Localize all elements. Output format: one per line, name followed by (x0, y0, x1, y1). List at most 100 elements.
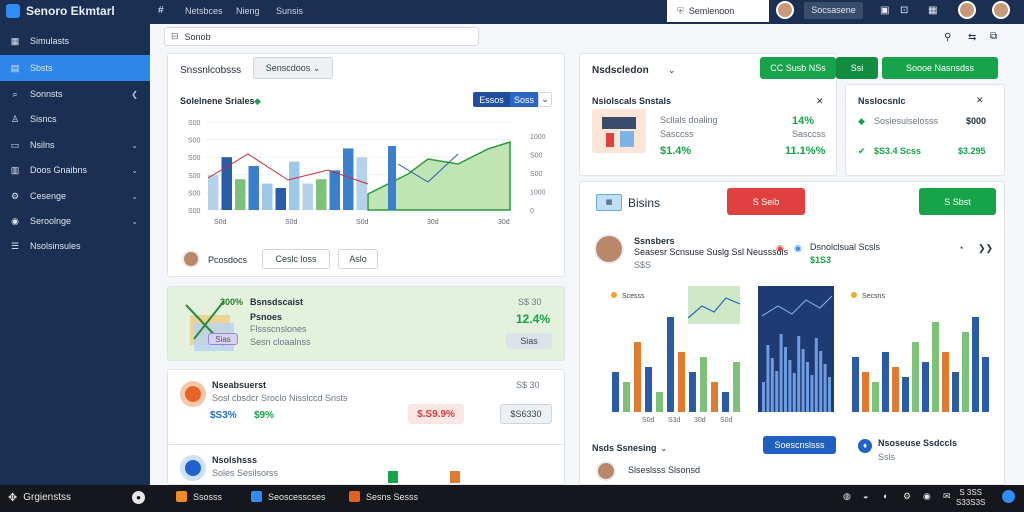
toggle-chevron-icon[interactable]: ⌄ (538, 92, 552, 107)
top-search[interactable]: ⛨ Semlenoon (667, 0, 769, 22)
chart-bar (262, 183, 273, 210)
promo-right-top: S$ 30 (518, 297, 542, 307)
sidebar: ▦ Simulasts ▤ Sbsts ⌕ Sonnsts ❮ ♙ Sisncs ▭ Nsi… (0, 24, 150, 485)
hash-icon[interactable]: # (158, 5, 164, 16)
avatar[interactable] (776, 1, 794, 19)
sidebar-item-cesenge[interactable]: ⚙ Cesenge ⌄ (0, 183, 150, 209)
footer-button-1[interactable]: Ceslc loss (262, 249, 330, 269)
globe-icon: ◉ (11, 215, 19, 226)
top-action-button[interactable]: Socsasene (804, 2, 863, 19)
sidebar-item-sbsts[interactable]: ▤ Sbsts (0, 55, 150, 81)
footer-button[interactable]: Soescnslsss (763, 436, 836, 454)
transactions-card: Nseabsuerst Sosl cbsdcr Sroclo Nisslccd … (167, 369, 565, 455)
search-icon: ⌕ (12, 88, 18, 99)
system-icon[interactable]: ● (132, 491, 145, 504)
expand-icon[interactable]: ⧉ (990, 31, 997, 42)
promo-sub-3: Sesn cloaalnss (250, 337, 311, 347)
x-tick-label: S0d (720, 417, 733, 424)
chart-bar (612, 372, 619, 412)
pin-icon[interactable]: ⚲ (944, 32, 951, 43)
wifi-icon[interactable]: ◒ (863, 491, 868, 501)
txn-v4-badge[interactable]: $S6330 (500, 404, 552, 424)
user-avatar-1[interactable] (958, 1, 976, 19)
chart-bar (733, 362, 740, 412)
x-tick-label: S3d (668, 417, 681, 424)
txn-v1: $S3% (210, 410, 237, 421)
sidebar-item-simulasts[interactable]: ▦ Simulasts (0, 28, 150, 54)
person-sub-value: S$S (634, 260, 652, 270)
folder-icon: ▭ (10, 139, 20, 150)
box-icon[interactable]: ⊡ (900, 5, 908, 16)
chart-bar (792, 373, 796, 412)
notif-button-2[interactable]: Ssi (836, 57, 878, 79)
footer-sub-2: Ssls (878, 452, 896, 462)
card-header: Snssnlcobsss (180, 65, 242, 76)
volume-icon[interactable]: ◐ (883, 491, 888, 501)
sidebar-item-seroolnge[interactable]: ◉ Seroolnge ⌄ (0, 208, 150, 234)
promo-sub-2: Flssscnslones (250, 324, 307, 334)
clock[interactable]: S 3SS S33S3S (956, 488, 985, 508)
y2-tick-label: S00 (530, 171, 543, 178)
grid-icon[interactable]: ▦ (928, 5, 937, 16)
nav-link-1[interactable]: Netsbces (185, 6, 223, 16)
chart-bar (814, 338, 818, 412)
sidebar-item-sonnsts[interactable]: ⌕ Sonnsts ❮ (0, 81, 150, 107)
sidebar-item-doos-gnaibns[interactable]: ▥ Doos Gnaibns ⌄ (0, 157, 150, 183)
red-action-button[interactable]: S Seib (727, 188, 805, 215)
chart-bar (711, 382, 718, 412)
app-brand[interactable]: Senoro Ekmtarl (6, 4, 115, 18)
promo-title: Bsnsdscaist (250, 297, 304, 307)
chart-bar (962, 332, 969, 412)
footer-button-2[interactable]: Aslo (338, 249, 378, 269)
summary-value-1: $000 (966, 116, 987, 126)
chart-bar (779, 334, 783, 412)
chart-bar (289, 161, 300, 210)
user-avatar-2[interactable] (992, 1, 1010, 19)
notification-icon[interactable] (1002, 490, 1015, 503)
taskbar-app-2[interactable]: Seoscesscses (251, 491, 326, 502)
close-icon[interactable]: ✕ (976, 95, 984, 106)
path-input[interactable]: ⊟ Sonob (164, 27, 479, 46)
sidebar-item-nsilns[interactable]: ▭ Nsilns ⌄ (0, 132, 150, 158)
user-icon: ♙ (10, 113, 20, 124)
settings-icon[interactable]: ◔ (958, 243, 963, 253)
notif-button-1[interactable]: CC Susb NSs (760, 57, 836, 79)
promo-badge: 300% (220, 297, 244, 307)
chart-bar (275, 188, 286, 210)
sidebar-item-nsolsinsules[interactable]: ☰ Nsolsinsules (0, 233, 150, 259)
mini-bar (450, 471, 460, 483)
app-icon: ▦ (596, 194, 622, 211)
period-dropdown[interactable]: Senscdoos ⌄ (253, 57, 333, 79)
taskbar-app-1[interactable]: Ssosss (176, 491, 222, 502)
settings-icon[interactable]: ⚙ (903, 491, 911, 502)
sidebar-item-sisncs[interactable]: ♙ Sisncs (0, 106, 150, 132)
toggle-essos[interactable]: Essos (473, 92, 510, 107)
nav-link-2[interactable]: Nieng (236, 6, 260, 16)
green-action-button[interactable]: S Sbst (919, 188, 996, 215)
start-button[interactable]: ✥ Grgienstss (8, 491, 71, 504)
more-icon[interactable]: ❯❯ (978, 243, 993, 254)
chart-bar (797, 336, 801, 412)
chevron-down-icon: ⌄ (131, 165, 138, 175)
chevron-down-icon: ⌄ (131, 216, 138, 226)
network-icon[interactable]: ◍ (843, 491, 851, 502)
promo-value: 12.4% (516, 312, 551, 326)
square-icon[interactable]: ▣ (880, 5, 889, 16)
x-tick-label: S0d (214, 219, 227, 226)
promo-pill-button[interactable]: Sias (506, 333, 552, 349)
notif-button-3[interactable]: Soooe Nasnsdss (882, 57, 998, 79)
grid-icon: ▤ (10, 62, 20, 73)
chart-bar (329, 170, 340, 210)
globe-icon[interactable]: ◉ (923, 491, 931, 502)
x-tick-label: 30d (427, 219, 439, 226)
share-icon[interactable]: ⇆ (968, 32, 976, 43)
nav-link-3[interactable]: Sunsis (276, 6, 303, 16)
toggle-soss[interactable]: Soss (510, 92, 538, 107)
chart-bar (623, 382, 630, 412)
mail-icon[interactable]: ✉ (943, 491, 951, 502)
mini-area-bg (688, 286, 740, 324)
close-icon[interactable]: ✕ (816, 96, 824, 107)
x-tick-label: 30d (694, 417, 706, 424)
dashboard-icon: ▦ (10, 35, 20, 46)
taskbar-app-3[interactable]: Sesns Sesss (349, 491, 418, 502)
